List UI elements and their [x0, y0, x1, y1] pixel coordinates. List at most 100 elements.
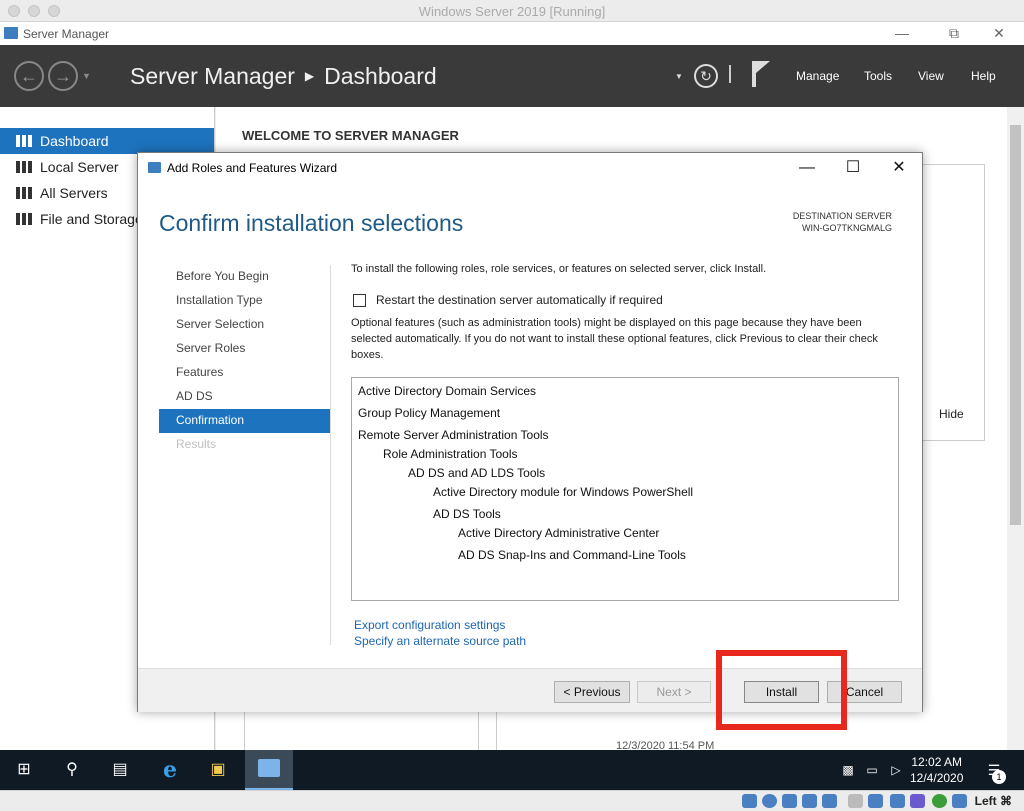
vertical-scrollbar[interactable]: [1007, 107, 1024, 750]
internet-explorer-icon[interactable]: e: [158, 758, 182, 782]
restore-icon[interactable]: ⧉: [940, 24, 968, 42]
menu-view[interactable]: View: [918, 69, 944, 83]
step-server-roles[interactable]: Server Roles: [159, 337, 330, 361]
alternate-source-link[interactable]: Specify an alternate source path: [354, 634, 526, 648]
list-item: AD DS and AD LDS Tools: [408, 466, 546, 480]
usb-icon[interactable]: [822, 794, 837, 808]
confirmation-content: To install the following roles, role ser…: [351, 263, 906, 361]
list-item: Active Directory module for Windows Powe…: [433, 485, 694, 499]
vm-title: Windows Server 2019 [Running]: [418, 4, 606, 19]
sidebar-item-label: All Servers: [40, 185, 108, 201]
history-dropdown-icon[interactable]: ▼: [82, 71, 91, 81]
menu-help[interactable]: Help: [971, 69, 996, 83]
add-roles-wizard-dialog: Add Roles and Features Wizard — ☐ ✕ Conf…: [137, 152, 923, 712]
server-icon: [16, 161, 32, 173]
breadcrumb: Server Manager ▶ Dashboard: [130, 63, 437, 90]
sidebar-item-dashboard[interactable]: Dashboard: [0, 128, 214, 154]
network-icon[interactable]: ▩: [836, 758, 860, 782]
restart-label: Restart the destination server automatic…: [376, 293, 663, 307]
selection-list[interactable]: Active Directory Domain Services Group P…: [351, 377, 899, 601]
optional-features-text: Optional features (such as administratio…: [351, 317, 878, 361]
destination-server: DESTINATION SERVER WIN-GO7TKNGMALG: [793, 210, 892, 234]
intro-text: To install the following roles, role ser…: [351, 263, 767, 275]
volume-muted-icon[interactable]: ▷: [884, 758, 908, 782]
mouse-integration-icon[interactable]: [952, 794, 967, 808]
windows-start-icon[interactable]: ⊞: [12, 758, 36, 782]
dialog-heading: Confirm installation selections: [159, 210, 464, 236]
back-icon[interactable]: ←: [14, 61, 44, 91]
cpu-icon[interactable]: [932, 794, 947, 808]
destination-name: WIN-GO7TKNGMALG: [801, 223, 892, 233]
host-key: Left ⌘: [974, 794, 1012, 808]
shared-folder-icon[interactable]: [848, 794, 863, 808]
dialog-close-icon[interactable]: ✕: [884, 157, 914, 179]
servers-icon: [16, 187, 32, 199]
list-item: Active Directory Administrative Center: [458, 526, 660, 540]
taskbar: ⊞ ⚲ ▤ e ▣ ▩ ▭ ▷ 12:02 AM 12/4/2020 ☰ 1: [0, 750, 1024, 790]
step-before-you-begin[interactable]: Before You Begin: [159, 265, 330, 289]
server-manager-taskbar-button[interactable]: [245, 750, 293, 790]
minimize-icon[interactable]: —: [888, 24, 916, 42]
hide-link[interactable]: Hide: [939, 407, 964, 421]
step-ad-ds[interactable]: AD DS: [159, 385, 330, 409]
steps-divider: [330, 265, 331, 645]
file-explorer-icon[interactable]: ▣: [206, 758, 230, 782]
step-installation-type[interactable]: Installation Type: [159, 289, 330, 313]
close-icon[interactable]: ✕: [985, 24, 1013, 42]
notifications-flag-icon[interactable]: [756, 61, 770, 73]
step-server-selection[interactable]: Server Selection: [159, 313, 330, 337]
dialog-minimize-icon[interactable]: —: [792, 157, 822, 179]
wizard-steps: Before You Begin Installation Type Serve…: [159, 265, 330, 457]
welcome-heading: WELCOME TO SERVER MANAGER: [242, 128, 459, 143]
app-titlebar: Server Manager — ⧉ ✕: [0, 22, 1024, 45]
dialog-title: Add Roles and Features Wizard: [167, 161, 338, 175]
export-config-link[interactable]: Export configuration settings: [354, 618, 505, 632]
server-manager-taskbar-icon: [258, 759, 280, 777]
recording-icon[interactable]: [890, 794, 905, 808]
restart-checkbox[interactable]: [353, 294, 366, 308]
search-icon[interactable]: ⚲: [60, 758, 84, 782]
sidebar-item-label: Dashboard: [40, 133, 109, 149]
server-manager-icon: [4, 27, 18, 39]
dialog-maximize-icon[interactable]: ☐: [838, 157, 868, 179]
server-manager-header: ← → ▼ Server Manager ▶ Dashboard ▼ Manage …: [0, 45, 1024, 107]
storage-icon: [16, 213, 32, 225]
step-confirmation[interactable]: Confirmation: [159, 409, 330, 433]
breadcrumb-separator-icon: ▶: [304, 69, 315, 83]
wizard-icon: [148, 162, 161, 173]
menu-manage[interactable]: Manage: [796, 69, 839, 83]
install-highlight-box: [716, 650, 847, 730]
next-button: Next >: [637, 681, 711, 703]
display-icon[interactable]: [868, 794, 883, 808]
destination-label: DESTINATION SERVER: [792, 211, 892, 221]
previous-button[interactable]: < Previous: [554, 681, 630, 703]
list-item: Role Administration Tools: [383, 447, 518, 461]
audio-icon[interactable]: [782, 794, 797, 808]
app-title: Server Manager: [23, 27, 110, 41]
notification-count-badge: 1: [992, 770, 1006, 784]
refresh-dropdown-icon[interactable]: ▼: [675, 72, 683, 81]
menu-tools[interactable]: Tools: [864, 69, 892, 83]
dashboard-icon: [16, 135, 32, 147]
vm-titlebar: Windows Server 2019 [Running]: [0, 0, 1024, 22]
optical-drive-icon[interactable]: [762, 794, 777, 808]
sidebar-item-label: Local Server: [40, 159, 119, 175]
list-item: Remote Server Administration Tools: [358, 428, 549, 442]
forward-icon[interactable]: →: [48, 61, 78, 91]
list-item: AD DS Snap-Ins and Command-Line Tools: [458, 548, 686, 562]
scrollbar-thumb[interactable]: [1010, 125, 1021, 525]
monitor-icon[interactable]: ▭: [860, 758, 884, 782]
step-features[interactable]: Features: [159, 361, 330, 385]
vbox-icon[interactable]: [910, 794, 925, 808]
list-item: Group Policy Management: [358, 406, 501, 420]
task-view-icon[interactable]: ▤: [108, 758, 132, 782]
refresh-icon[interactable]: ↻: [694, 64, 718, 88]
restart-option[interactable]: Restart the destination server automatic…: [353, 293, 663, 308]
hdd-icon[interactable]: [742, 794, 757, 808]
list-item: AD DS Tools: [433, 507, 501, 521]
breadcrumb-app: Server Manager: [130, 63, 295, 89]
network-adapter-icon[interactable]: [802, 794, 817, 808]
vm-status-bar: Left ⌘: [0, 790, 1024, 811]
taskbar-clock[interactable]: 12:02 AM 12/4/2020: [910, 754, 963, 786]
step-results: Results: [176, 437, 217, 451]
